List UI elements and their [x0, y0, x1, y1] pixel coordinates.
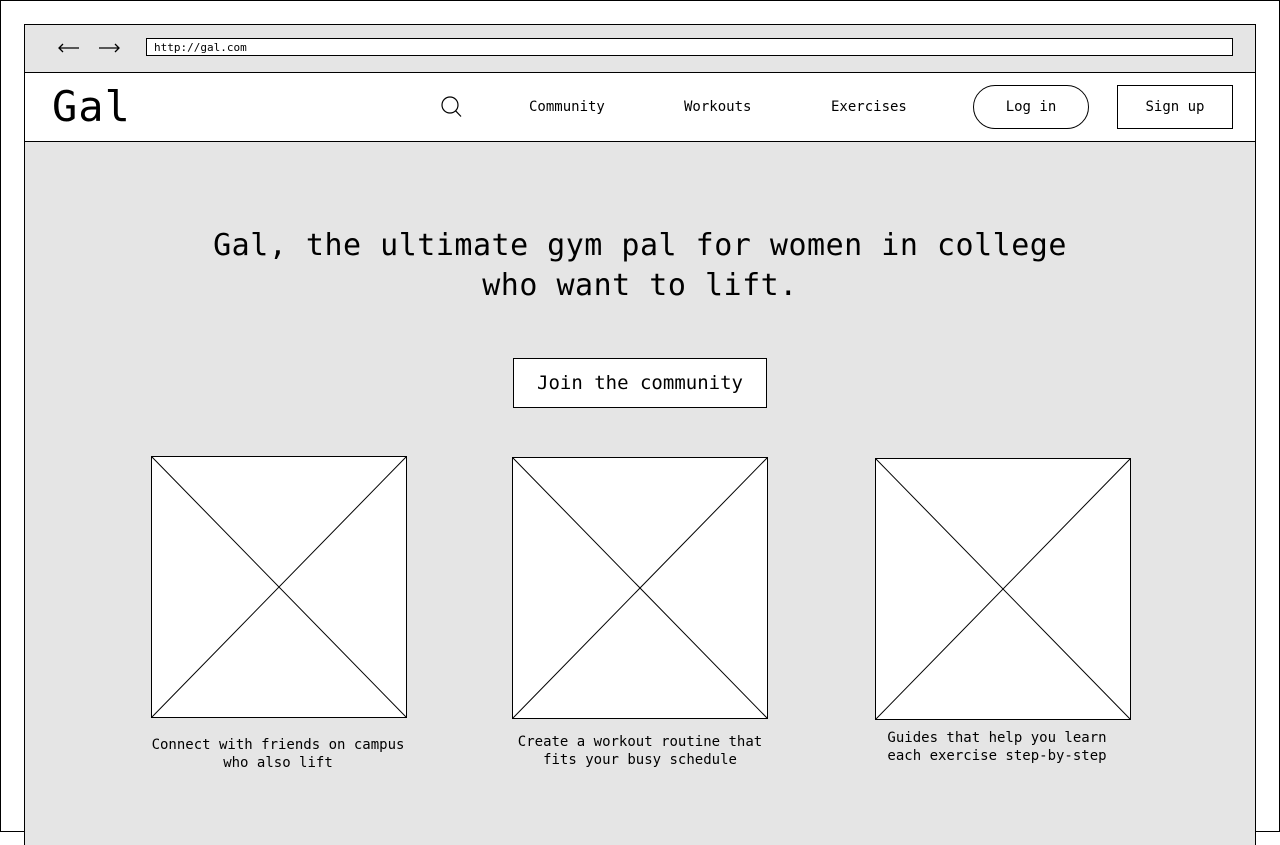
feature-image-placeholder	[875, 458, 1131, 720]
feature-caption: Guides that help you learn each exercise…	[887, 730, 1107, 764]
join-community-button[interactable]: Join the community	[513, 358, 767, 408]
nav-link-workouts[interactable]: Workouts	[684, 97, 751, 117]
login-button[interactable]: Log in	[973, 85, 1089, 129]
search-icon[interactable]	[439, 95, 463, 119]
browser-window: http://gal.com Gal Community Workouts Ex…	[24, 24, 1256, 845]
feature-caption: Create a workout routine that fits your …	[517, 734, 763, 768]
site-logo[interactable]: Gal	[52, 83, 131, 131]
site-header: Gal Community Workouts Exercises Log in …	[25, 73, 1255, 142]
feature-image-placeholder	[151, 456, 407, 718]
feature-image-placeholder	[512, 457, 768, 719]
hero-title-text: Gal, the ultimate gym pal for women in c…	[213, 228, 1067, 303]
nav-link-community[interactable]: Community	[529, 97, 605, 117]
arrow-left-icon[interactable]	[56, 35, 82, 61]
arrow-right-icon[interactable]	[96, 35, 122, 61]
address-bar[interactable]: http://gal.com	[146, 38, 1233, 56]
signup-button[interactable]: Sign up	[1117, 85, 1233, 129]
nav-link-exercises[interactable]: Exercises	[831, 97, 907, 117]
browser-toolbar: http://gal.com	[25, 25, 1255, 73]
feature-caption: Connect with friends on campus who also …	[151, 737, 405, 771]
hero-title: Gal, the ultimate gym pal for women in c…	[25, 226, 1255, 306]
